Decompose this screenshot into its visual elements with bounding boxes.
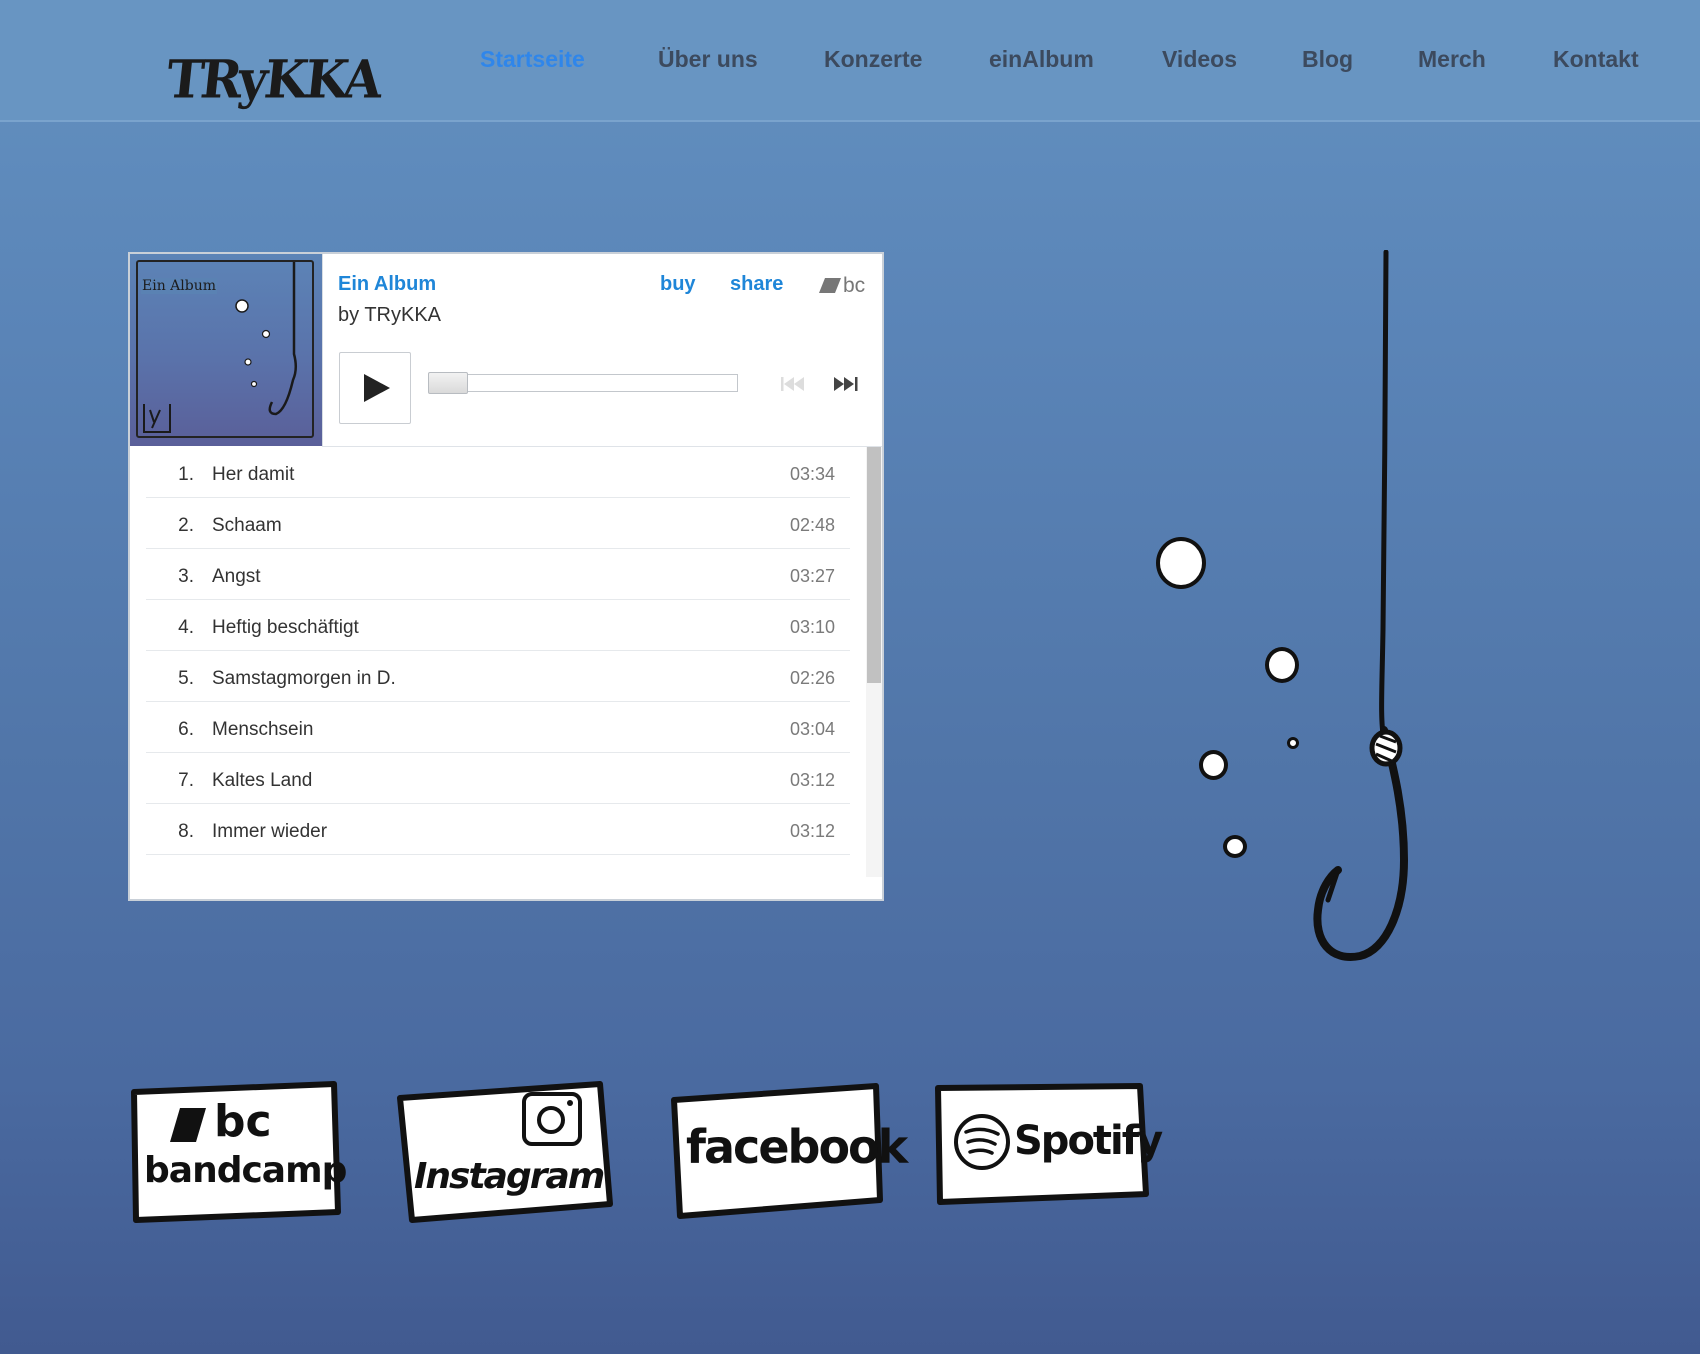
bubble-medium xyxy=(1265,647,1299,683)
nav-item-kontakt[interactable]: Kontakt xyxy=(1553,46,1639,73)
spotify-link[interactable]: Spotify xyxy=(932,1080,1163,1210)
album-title-link[interactable]: Ein Album xyxy=(338,273,436,296)
instagram-link[interactable]: Instagram xyxy=(396,1080,616,1225)
track-title[interactable]: Kaltes Land xyxy=(212,770,312,792)
track-number: 5. xyxy=(178,668,194,689)
instagram-text: Instagram xyxy=(414,1156,605,1197)
track-row[interactable]: 7. Kaltes Land 03:12 xyxy=(146,753,850,804)
bubble-medium xyxy=(1199,750,1228,780)
nav-item-ueber-uns[interactable]: Über uns xyxy=(658,46,758,73)
track-number: 6. xyxy=(178,719,194,740)
track-row[interactable]: 6. Menschsein 03:04 xyxy=(146,702,850,753)
track-duration: 02:26 xyxy=(789,668,835,688)
bandcamp-logo-text: bc xyxy=(843,274,866,297)
scrollbar-thumb[interactable] xyxy=(867,447,881,683)
previous-track-icon xyxy=(781,377,804,391)
track-row[interactable]: 3. Angst 03:27 xyxy=(146,549,850,600)
bubble-small xyxy=(1223,835,1247,858)
track-title[interactable]: Samstagmorgen in D. xyxy=(212,668,396,690)
bandcamp-text: bandcamp xyxy=(144,1150,347,1191)
nav-item-blog[interactable]: Blog xyxy=(1302,46,1353,73)
nav-item-konzerte[interactable]: Konzerte xyxy=(824,46,922,73)
track-title[interactable]: Schaam xyxy=(212,515,282,537)
facebook-text: facebook xyxy=(686,1120,908,1174)
track-title[interactable]: Immer wieder xyxy=(212,821,327,843)
previous-track-button[interactable] xyxy=(778,374,808,394)
progress-thumb[interactable] xyxy=(428,372,468,394)
track-duration: 03:04 xyxy=(789,719,835,739)
instagram-badge-frame xyxy=(397,1081,613,1223)
nav-item-startseite[interactable]: Startseite xyxy=(480,46,585,73)
track-duration: 03:10 xyxy=(789,617,835,637)
play-button[interactable] xyxy=(339,352,411,424)
track-title[interactable]: Heftig beschäftigt xyxy=(212,617,359,639)
tracklist-scrollbar[interactable] xyxy=(866,447,882,877)
track-list: 1. Her damit 03:34 2. Schaam 02:48 3. An… xyxy=(146,447,850,871)
next-track-button[interactable] xyxy=(832,374,862,394)
track-number: 4. xyxy=(178,617,194,638)
site-header: TRyKKA Startseite Über uns Konzerte einA… xyxy=(0,0,1700,122)
buy-link[interactable]: buy xyxy=(660,273,696,296)
cover-hook-icon xyxy=(143,262,297,433)
track-title[interactable]: Angst xyxy=(212,566,261,588)
spotify-text: Spotify xyxy=(1014,1118,1163,1164)
track-row[interactable]: 5. Samstagmorgen in D. 02:26 xyxy=(146,651,850,702)
next-track-icon xyxy=(834,377,858,391)
track-duration: 03:12 xyxy=(789,821,835,841)
bandcamp-link[interactable]: bc bandcamp xyxy=(128,1080,348,1225)
album-cover[interactable]: Ein Album xyxy=(130,254,323,446)
track-duration: 03:12 xyxy=(789,770,835,790)
track-number: 3. xyxy=(178,566,194,587)
bandcamp-mark-icon xyxy=(819,278,841,293)
album-artist: by TRyKKA xyxy=(338,304,441,326)
bandcamp-player: Ein Album Ein Album by TRyKKA buy share … xyxy=(128,252,884,901)
play-icon xyxy=(364,374,390,402)
track-duration: 03:27 xyxy=(789,566,835,586)
track-title[interactable]: Her damit xyxy=(212,464,294,486)
nav-item-merch[interactable]: Merch xyxy=(1418,46,1486,73)
track-duration: 03:34 xyxy=(789,464,835,484)
bandcamp-bc-text: bc xyxy=(214,1096,272,1147)
facebook-link[interactable]: facebook xyxy=(666,1080,908,1225)
track-title[interactable]: Menschsein xyxy=(212,719,313,741)
track-number: 8. xyxy=(178,821,194,842)
track-row[interactable]: 1. Her damit 03:34 xyxy=(146,447,850,498)
bandcamp-logo-link[interactable]: bc xyxy=(819,274,871,298)
fish-hook-illustration xyxy=(1313,250,1409,961)
bubble-tiny xyxy=(1287,737,1299,749)
bubble-large xyxy=(1156,537,1206,589)
track-row[interactable]: 4. Heftig beschäftigt 03:10 xyxy=(146,600,850,651)
track-number: 7. xyxy=(178,770,194,791)
main-nav: Startseite Über uns Konzerte einAlbum Vi… xyxy=(0,46,1700,78)
track-duration: 02:48 xyxy=(789,515,835,535)
nav-item-einalbum[interactable]: einAlbum xyxy=(989,46,1094,73)
nav-item-videos[interactable]: Videos xyxy=(1162,46,1237,73)
track-number: 2. xyxy=(178,515,194,536)
progress-bar[interactable] xyxy=(428,374,738,392)
track-row[interactable]: 8. Immer wieder 03:12 xyxy=(146,804,850,855)
track-number: 1. xyxy=(178,464,194,485)
track-row[interactable]: 2. Schaam 02:48 xyxy=(146,498,850,549)
share-link[interactable]: share xyxy=(730,273,783,296)
